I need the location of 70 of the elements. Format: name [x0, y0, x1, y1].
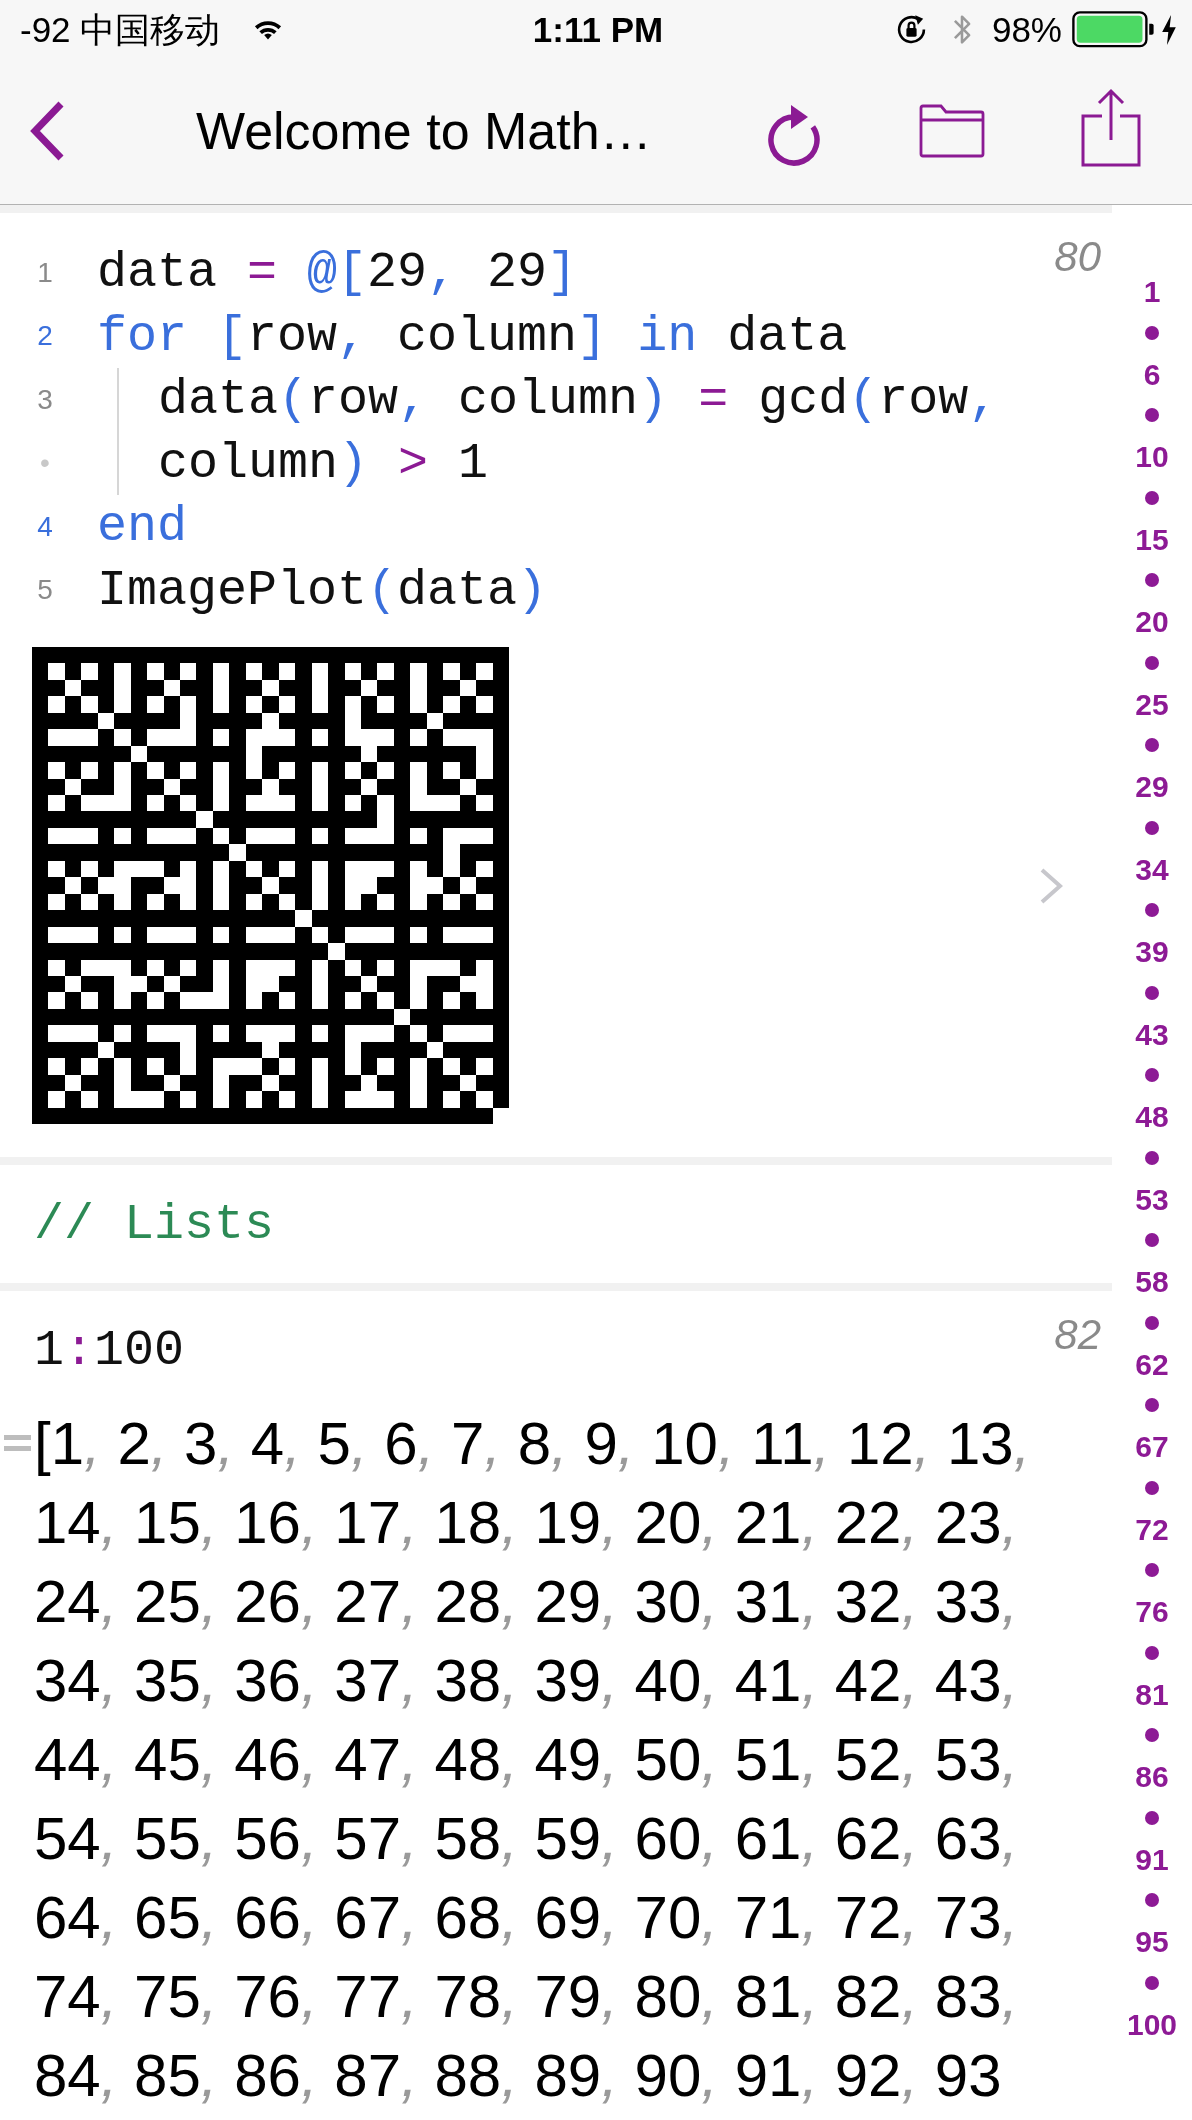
index-dot-icon — [1145, 1150, 1159, 1165]
execution-count: 82 — [1054, 1310, 1101, 1359]
index-label[interactable]: 72 — [1135, 1508, 1169, 1550]
line-number: 2 — [37, 319, 53, 354]
index-dot-icon — [1145, 1480, 1159, 1495]
code-line: // Lists — [34, 1195, 275, 1255]
index-label[interactable]: 58 — [1135, 1261, 1169, 1303]
index-label[interactable]: 53 — [1135, 1178, 1169, 1220]
wifi-icon — [254, 19, 283, 40]
index-label[interactable]: 91 — [1135, 1838, 1169, 1880]
index-dot-icon — [1145, 820, 1159, 835]
index-label[interactable]: 10 — [1135, 436, 1169, 478]
line-number: 4 — [37, 509, 53, 544]
index-dot-icon — [1145, 985, 1159, 1000]
carrier-signal: -92 中国移动 — [20, 9, 221, 50]
index-dot-icon — [1145, 408, 1159, 423]
index-label[interactable]: 81 — [1135, 1673, 1169, 1715]
index-dot-icon — [1145, 490, 1159, 505]
index-label[interactable]: 20 — [1135, 601, 1169, 643]
index-dot-icon — [1145, 1728, 1159, 1743]
line-number: 5 — [37, 573, 53, 608]
index-dot-icon — [1145, 1645, 1159, 1660]
index-label[interactable]: 95 — [1135, 1921, 1169, 1963]
equals-icon — [4, 1434, 31, 1452]
index-dot-icon — [1145, 1975, 1159, 1990]
code-line: column) > 1 — [158, 433, 489, 494]
code-line: data(row, column) = gcd(row, — [158, 370, 999, 430]
index-label[interactable]: 48 — [1135, 1096, 1169, 1138]
list-result: [1, 2, 3, 4, 5, 6, 7, 8, 9, 10, 11, 12, 13, 14, 15, 16, 17, 18, 19, 20, 21, 22, 23, 24, 25, 26, 27, 28, 29, 30, 31, 32, 33, 34, 35, 36, 37, 38, 39, 40, 41, 42, 43, 44, 45, 46, 47, 48, 49, 50, 51, 52, 53, 54, 55, 56, 57, 58, 59, 60, 61, 62, 63, 64, 65, 66, 67, 68, 69, 70, 71, 72, 73, 74, 75, 76, 77, 78, 79, 80, 81, 82, 83, 84, 85, 86, 87, 88, 89, 90, 91, 92, 93 — [34, 1409, 1032, 2111]
index-label[interactable]: 67 — [1135, 1426, 1169, 1468]
index-dot-icon — [1145, 573, 1159, 588]
index-dot-icon — [1145, 1315, 1159, 1330]
index-dot-icon — [1145, 903, 1159, 918]
code-line: end — [97, 497, 187, 557]
nav-title: Welcome to Math… — [196, 100, 652, 162]
index-label[interactable]: 100 — [1126, 2003, 1178, 2045]
battery-percent: 98% — [991, 9, 1062, 50]
charging-bolt-icon — [1162, 14, 1176, 45]
index-label[interactable]: 1 — [1143, 271, 1161, 313]
code-line: data = @[29, 29] — [97, 243, 578, 303]
folder-icon[interactable] — [919, 102, 985, 159]
index-label[interactable]: 39 — [1135, 931, 1169, 973]
index-dot-icon — [1145, 1068, 1159, 1083]
index-dot-icon — [1145, 1563, 1159, 1578]
index-label[interactable]: 6 — [1143, 353, 1161, 395]
index-dot-icon — [1145, 325, 1159, 340]
status-time: 1:11 PM — [532, 9, 664, 50]
battery-icon — [1072, 11, 1156, 48]
code-line: 1:100 — [34, 1320, 185, 1381]
index-dot-icon — [1145, 738, 1159, 753]
line-number: • — [40, 446, 50, 481]
index-dot-icon — [1145, 1810, 1159, 1825]
execution-count: 80 — [1054, 233, 1101, 281]
index-label[interactable]: 43 — [1135, 1013, 1169, 1055]
index-label[interactable]: 76 — [1135, 1591, 1169, 1633]
index-label[interactable]: 86 — [1135, 1756, 1169, 1798]
code-line: ImagePlot(data) — [97, 560, 548, 621]
share-icon[interactable] — [1080, 87, 1142, 168]
index-label[interactable]: 15 — [1135, 518, 1169, 560]
line-number: 3 — [37, 382, 53, 417]
index-dot-icon — [1145, 1893, 1159, 1908]
index-label[interactable]: 62 — [1135, 1343, 1169, 1385]
index-label[interactable]: 29 — [1135, 766, 1169, 808]
code-line: for [row, column] in data — [97, 306, 848, 367]
index-label[interactable]: 25 — [1135, 683, 1169, 725]
index-dot-icon — [1145, 655, 1159, 670]
line-number: 1 — [37, 255, 53, 290]
index-dot-icon — [1145, 1398, 1159, 1413]
index-dot-icon — [1145, 1233, 1159, 1248]
index-label[interactable]: 34 — [1135, 848, 1169, 890]
